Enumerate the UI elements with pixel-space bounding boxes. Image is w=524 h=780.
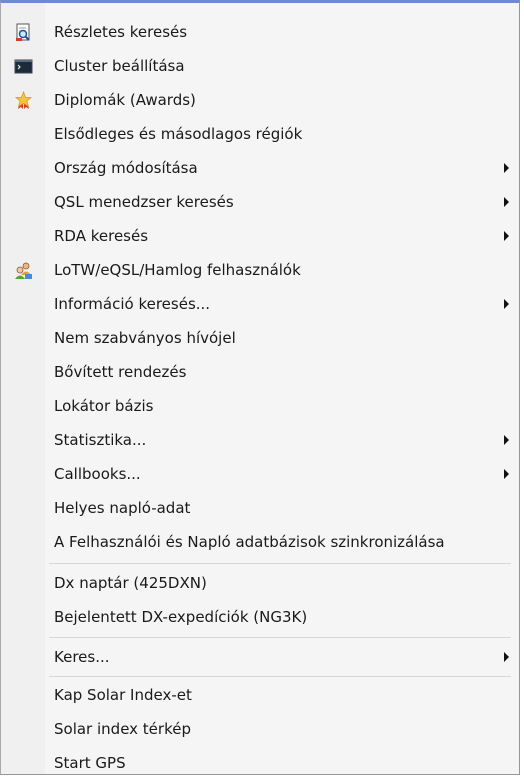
menu-item-label: Cluster beállítása <box>54 57 185 75</box>
menu-item-start-gps[interactable]: Start GPS <box>1 746 519 780</box>
menu-separator <box>49 637 511 638</box>
menu-item-label: Kap Solar Index-et <box>54 686 192 704</box>
menu-item-label: LoTW/eQSL/Hamlog felhasználók <box>54 261 301 279</box>
menu-separator <box>49 563 511 564</box>
menu-item-qsl-menedzser[interactable]: QSL menedzser keresés <box>1 185 519 219</box>
menu-item-label: QSL menedzser keresés <box>54 193 234 211</box>
users-icon <box>14 261 33 280</box>
menu-item-label: Részletes keresés <box>54 23 188 41</box>
menu-item-label: Információ keresés... <box>54 295 211 313</box>
menu-item-cluster-beallitasa[interactable]: Cluster beállítása <box>1 49 519 83</box>
submenu-arrow-icon <box>504 231 509 241</box>
menu-item-label: Nem szabványos hívójel <box>54 329 236 347</box>
menu-item-orszag-modositasa[interactable]: Ország módosítása <box>1 151 519 185</box>
submenu-arrow-icon <box>504 469 509 479</box>
menu-item-label: Dx naptár (425DXN) <box>54 574 207 592</box>
submenu-arrow-icon <box>504 197 509 207</box>
menu-item-bovitett-rendezes[interactable]: Bővített rendezés <box>1 355 519 389</box>
menu-item-label: Diplomák (Awards) <box>54 91 196 109</box>
menu-separator <box>49 676 511 677</box>
menu-item-label: Bővített rendezés <box>54 363 187 381</box>
menu-item-callbooks[interactable]: Callbooks... <box>1 457 519 491</box>
menu-item-solar-index-terkep[interactable]: Solar index térkép <box>1 712 519 746</box>
menu-item-label: Statisztika... <box>54 431 147 449</box>
submenu-arrow-icon <box>504 652 509 662</box>
menu-item-diplomak[interactable]: Diplomák (Awards) <box>1 83 519 117</box>
menu-item-informacio-kereses[interactable]: Információ keresés... <box>1 287 519 321</box>
menu-item-rda-kereses[interactable]: RDA keresés <box>1 219 519 253</box>
menu-item-elsodleges-regiok[interactable]: Elsődleges és másodlagos régiók <box>1 117 519 151</box>
menu-item-dx-naptar[interactable]: Dx naptár (425DXN) <box>1 566 519 600</box>
context-menu: Részletes keresés Cluster beállítása Dip… <box>0 0 520 775</box>
menu-item-label: Solar index térkép <box>54 720 191 738</box>
menu-item-nem-szabvanyos-hivojel[interactable]: Nem szabványos hívójel <box>1 321 519 355</box>
menu-item-label: A Felhasználói és Napló adatbázisok szin… <box>54 533 445 551</box>
menu-item-lotw-felhasznalok[interactable]: LoTW/eQSL/Hamlog felhasználók <box>1 253 519 287</box>
menu-item-label: Elsődleges és másodlagos régiók <box>54 125 303 143</box>
menu-item-label: Lokátor bázis <box>54 397 154 415</box>
menu-item-reszletes-kereses[interactable]: Részletes keresés <box>1 15 519 49</box>
menu-item-label: Keres... <box>54 648 110 666</box>
menu-item-kap-solar-index[interactable]: Kap Solar Index-et <box>1 678 519 712</box>
menu-item-helyes-naplo-adat[interactable]: Helyes napló-adat <box>1 491 519 525</box>
menu-item-lokator-bazis[interactable]: Lokátor bázis <box>1 389 519 423</box>
menu-item-adatbazis-szinkronizalas[interactable]: A Felhasználói és Napló adatbázisok szin… <box>1 525 519 559</box>
menu-item-label: Bejelentett DX-expedíciók (NG3K) <box>54 608 308 626</box>
menu-item-dx-expediciok[interactable]: Bejelentett DX-expedíciók (NG3K) <box>1 600 519 634</box>
menu-item-label: Start GPS <box>54 754 126 772</box>
menu-item-label: Callbooks... <box>54 465 141 483</box>
search-document-icon <box>14 23 33 42</box>
submenu-arrow-icon <box>504 163 509 173</box>
award-star-icon <box>14 90 33 110</box>
submenu-arrow-icon <box>504 299 509 309</box>
menu-item-label: RDA keresés <box>54 227 149 245</box>
menu-item-statisztika[interactable]: Statisztika... <box>1 423 519 457</box>
menu-item-keres[interactable]: Keres... <box>1 640 519 674</box>
submenu-arrow-icon <box>504 435 509 445</box>
menu-item-label: Ország módosítása <box>54 159 198 177</box>
menu-item-label: Helyes napló-adat <box>54 499 191 517</box>
terminal-icon <box>14 57 33 76</box>
